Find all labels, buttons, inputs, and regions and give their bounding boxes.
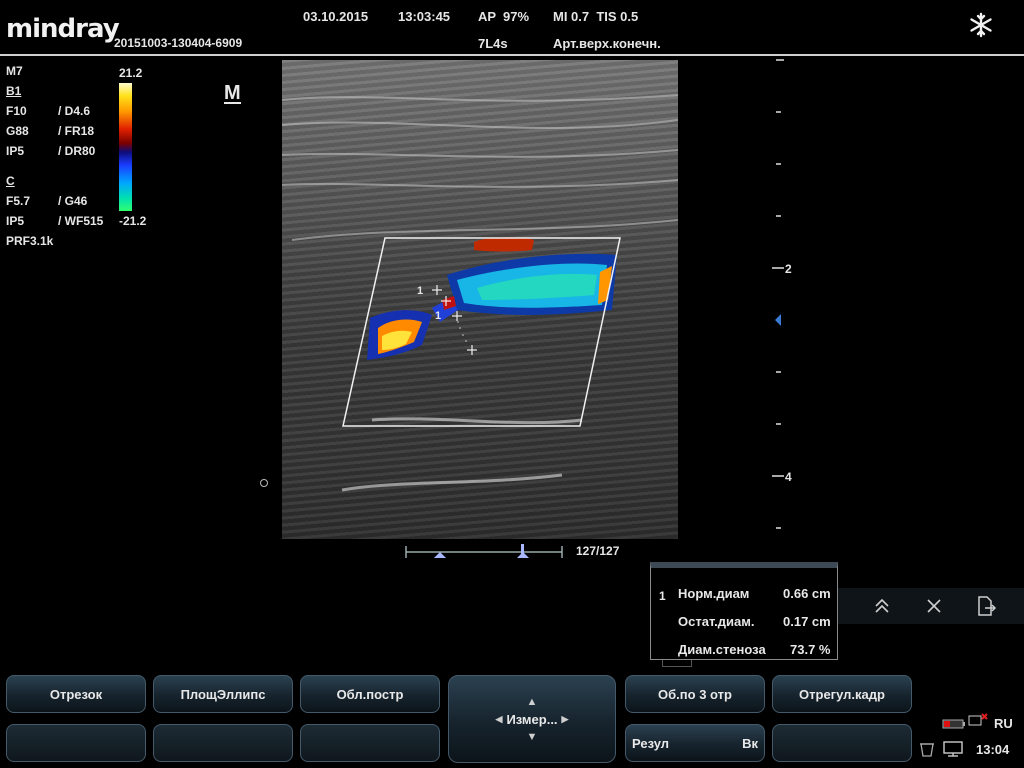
c-mode-label: C <box>6 174 15 188</box>
color-velocity-bar <box>119 83 132 211</box>
measurement-row: Остат.диам. 0.17 cm <box>651 610 837 636</box>
chevron-up-icon[interactable]: ▲ <box>527 696 538 708</box>
caliper-label-b: 1 <box>435 310 442 322</box>
network-icon <box>968 712 988 730</box>
recycle-bin-icon[interactable] <box>918 740 936 758</box>
b-param-a0: F10 <box>6 104 27 118</box>
measurement-value-stenosis: 73.7 % <box>790 642 831 657</box>
result-button-label: Резул <box>632 735 670 751</box>
empty-button-4[interactable] <box>772 724 912 762</box>
snowflake-icon[interactable] <box>966 10 996 40</box>
result-button-right-label: Вк <box>742 735 758 751</box>
b-mode-label: B1 <box>6 84 22 98</box>
mindray-logo: mindray <box>6 14 120 44</box>
b-param-a1: G88 <box>6 124 29 138</box>
caliper-label-a: 1 <box>417 285 424 297</box>
acoustic-power-value: 97% <box>503 9 530 24</box>
b-param-b2: / DR80 <box>58 144 96 158</box>
acoustic-power-label: AP <box>478 9 497 24</box>
depth-scale <box>764 56 804 536</box>
battery-icon <box>942 716 966 729</box>
empty-button-2[interactable] <box>153 724 293 762</box>
monitor-icon[interactable] <box>942 740 964 758</box>
area-trace-button[interactable]: Обл.постр <box>300 675 440 713</box>
chevron-left-icon[interactable]: ◀ <box>496 714 503 725</box>
m-marker: M <box>224 82 241 104</box>
measurement-results-panel: 1 Норм.диам 0.66 cm Остат.диам. 0.17 cm … <box>650 562 838 660</box>
cine-frame-counter: 127/127 <box>576 544 620 558</box>
measurement-label-residual-diam: Остат.диам. <box>678 614 755 629</box>
c-param-b1: / WF515 <box>58 214 104 228</box>
adjust-frame-button[interactable]: Отрегул.кадр <box>772 675 912 713</box>
depth-label-4: 4 <box>785 470 792 484</box>
measurement-label-norm-diam: Норм.диам <box>678 586 750 601</box>
measurement-label-stenosis: Диам.стеноза <box>678 642 766 657</box>
close-icon[interactable] <box>910 590 958 622</box>
measurement-value-norm-diam: 0.66 cm <box>783 586 831 601</box>
prf-label: PRF3.1k <box>6 234 54 248</box>
ultrasound-image[interactable] <box>282 60 678 539</box>
segment-button[interactable]: Отрезок <box>6 675 146 713</box>
cine-slider[interactable] <box>404 542 564 562</box>
empty-button-3[interactable] <box>300 724 440 762</box>
collapse-up-icon[interactable] <box>858 590 906 622</box>
system-clock: 13:04 <box>976 742 1010 757</box>
exam-time: 13:03:45 <box>398 9 451 24</box>
export-report-icon[interactable] <box>962 590 1010 622</box>
color-scale-min: -21.2 <box>119 214 147 228</box>
exam-id: 20151003-130404-6909 <box>114 36 243 50</box>
b-param-b1: / FR18 <box>58 124 95 138</box>
measurement-row: Норм.диам 0.66 cm <box>651 582 837 608</box>
header-divider <box>0 54 1024 56</box>
language-indicator[interactable]: RU <box>994 716 1013 731</box>
chevron-right-icon[interactable]: ▶ <box>562 714 569 725</box>
exam-preset: Арт.верх.конечн. <box>553 36 661 51</box>
probe-name: 7L4s <box>478 36 508 51</box>
focus-marker-dot <box>260 479 268 487</box>
c-param-b0: / G46 <box>58 194 88 208</box>
empty-button-1[interactable] <box>6 724 146 762</box>
b-param-a2: IP5 <box>6 144 25 158</box>
color-scale-max: 21.2 <box>119 66 143 80</box>
measure-knob-label: Измер... <box>506 711 558 727</box>
area-ellipse-button[interactable]: ПлощЭллипс <box>153 675 293 713</box>
chevron-down-icon[interactable]: ▼ <box>527 731 538 743</box>
panel-handle[interactable] <box>662 660 692 667</box>
c-param-a1: IP5 <box>6 214 25 228</box>
depth-label-2: 2 <box>785 262 792 276</box>
exam-date: 03.10.2015 <box>303 9 369 24</box>
c-param-a0: F5.7 <box>6 194 31 208</box>
mi-tis: MI 0.7 TIS 0.5 <box>553 9 639 24</box>
measurement-value-residual-diam: 0.17 cm <box>783 614 831 629</box>
b-param-b0: / D4.6 <box>58 104 91 118</box>
measure-knob[interactable]: ▲ ◀ Измер... ▶ ▼ <box>448 675 616 763</box>
area-3seg-button[interactable]: Об.по 3 отр <box>625 675 765 713</box>
result-button[interactable]: Резул Вк <box>625 724 765 762</box>
mode-label: M7 <box>6 64 23 78</box>
